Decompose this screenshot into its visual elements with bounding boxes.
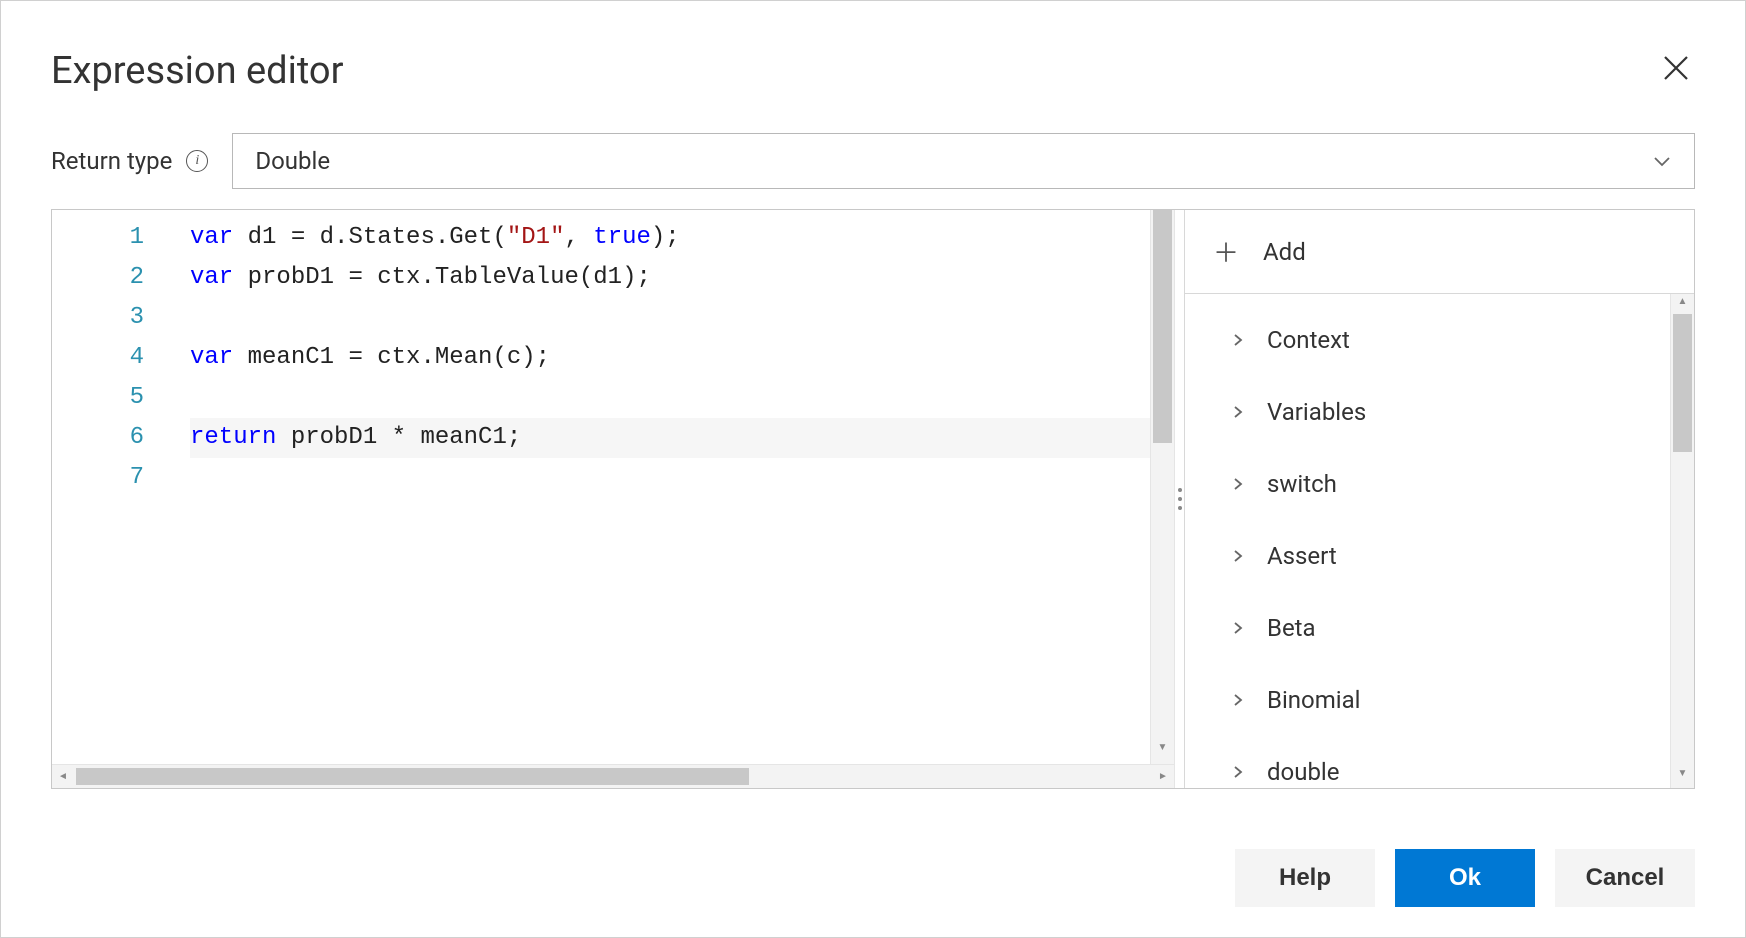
tree-item-label: double — [1267, 758, 1340, 786]
code-vertical-scrollbar[interactable]: ▲ ▼ — [1150, 210, 1174, 764]
editor-area: 1234567 var d1 = d.States.Get("D1", true… — [51, 209, 1695, 789]
plus-icon: ＋ — [1213, 233, 1239, 270]
line-number: 2 — [52, 258, 144, 298]
line-number: 4 — [52, 338, 144, 378]
scrollbar-thumb[interactable] — [1153, 210, 1172, 443]
code-line[interactable]: var d1 = d.States.Get("D1", true); — [190, 218, 1150, 258]
tree-item-assert[interactable]: Assert — [1185, 520, 1670, 592]
scrollbar-thumb[interactable] — [1673, 314, 1692, 452]
chevron-right-icon — [1231, 477, 1245, 491]
expression-editor-dialog: Expression editor Return type i Double 1… — [0, 0, 1746, 938]
pane-splitter[interactable] — [1174, 210, 1184, 788]
tree-area: Context Variables switch Assert Beta Binomial… — [1185, 294, 1694, 788]
return-type-row: Return type i Double — [51, 133, 1695, 189]
line-number: 6 — [52, 418, 144, 458]
line-number: 1 — [52, 218, 144, 258]
tree-vertical-scrollbar[interactable]: ▲ ▼ — [1670, 294, 1694, 788]
scroll-left-icon: ◄ — [54, 765, 72, 788]
code-editor[interactable]: var d1 = d.States.Get("D1", true);var pr… — [162, 210, 1150, 764]
add-button[interactable]: ＋ Add — [1185, 210, 1694, 294]
chevron-right-icon — [1231, 765, 1245, 779]
info-icon[interactable]: i — [186, 150, 208, 172]
close-button[interactable] — [1657, 49, 1695, 87]
chevron-right-icon — [1231, 693, 1245, 707]
line-number-gutter: 1234567 — [52, 210, 162, 764]
chevron-right-icon — [1231, 621, 1245, 635]
help-button[interactable]: Help — [1235, 849, 1375, 907]
code-horizontal-scrollbar[interactable]: ◄ ► — [52, 764, 1174, 788]
tree-item-label: Assert — [1267, 542, 1337, 570]
code-line[interactable] — [190, 298, 1150, 338]
code-line[interactable] — [190, 378, 1150, 418]
tree-item-label: Variables — [1267, 398, 1366, 426]
close-icon — [1661, 53, 1691, 83]
scroll-right-icon: ► — [1154, 765, 1172, 788]
scroll-down-icon: ▼ — [1671, 768, 1694, 786]
code-line[interactable]: var probD1 = ctx.TableValue(d1); — [190, 258, 1150, 298]
tree-item-beta[interactable]: Beta — [1185, 592, 1670, 664]
scrollbar-thumb[interactable] — [76, 768, 749, 785]
code-line[interactable]: var meanC1 = ctx.Mean(c); — [190, 338, 1150, 378]
return-type-label: Return type — [51, 147, 172, 175]
cancel-button[interactable]: Cancel — [1555, 849, 1695, 907]
tree-item-label: Binomial — [1267, 686, 1361, 714]
code-pane: 1234567 var d1 = d.States.Get("D1", true… — [52, 210, 1174, 788]
tree-item-binomial[interactable]: Binomial — [1185, 664, 1670, 736]
add-label: Add — [1263, 238, 1306, 266]
return-type-select[interactable]: Double — [232, 133, 1695, 189]
tree-item-switch[interactable]: switch — [1185, 448, 1670, 520]
ok-button[interactable]: Ok — [1395, 849, 1535, 907]
return-type-value: Double — [255, 147, 330, 175]
splitter-grip-icon — [1178, 488, 1182, 510]
chevron-right-icon — [1231, 549, 1245, 563]
tree-item-label: Context — [1267, 326, 1350, 354]
tree-item-double[interactable]: double — [1185, 736, 1670, 788]
tree-item-variables[interactable]: Variables — [1185, 376, 1670, 448]
line-number: 5 — [52, 378, 144, 418]
line-number: 7 — [52, 458, 144, 498]
scroll-up-icon: ▲ — [1671, 296, 1694, 314]
code-line[interactable]: return probD1 * meanC1; — [190, 418, 1150, 458]
chevron-down-icon — [1652, 151, 1672, 171]
line-number: 3 — [52, 298, 144, 338]
tree-list: Context Variables switch Assert Beta Binomial… — [1185, 294, 1670, 788]
code-scroll: 1234567 var d1 = d.States.Get("D1", true… — [52, 210, 1174, 764]
tree-item-label: switch — [1267, 470, 1337, 498]
dialog-footer: Help Ok Cancel — [51, 849, 1695, 907]
chevron-right-icon — [1231, 405, 1245, 419]
tree-item-label: Beta — [1267, 614, 1316, 642]
code-line[interactable] — [190, 458, 1150, 498]
dialog-title: Expression editor — [51, 49, 343, 93]
tree-item-context[interactable]: Context — [1185, 304, 1670, 376]
scroll-down-icon: ▼ — [1151, 742, 1174, 760]
chevron-right-icon — [1231, 333, 1245, 347]
side-panel: ＋ Add Context Variables switch Assert Beta Bi… — [1184, 210, 1694, 788]
dialog-header: Expression editor — [51, 49, 1695, 93]
